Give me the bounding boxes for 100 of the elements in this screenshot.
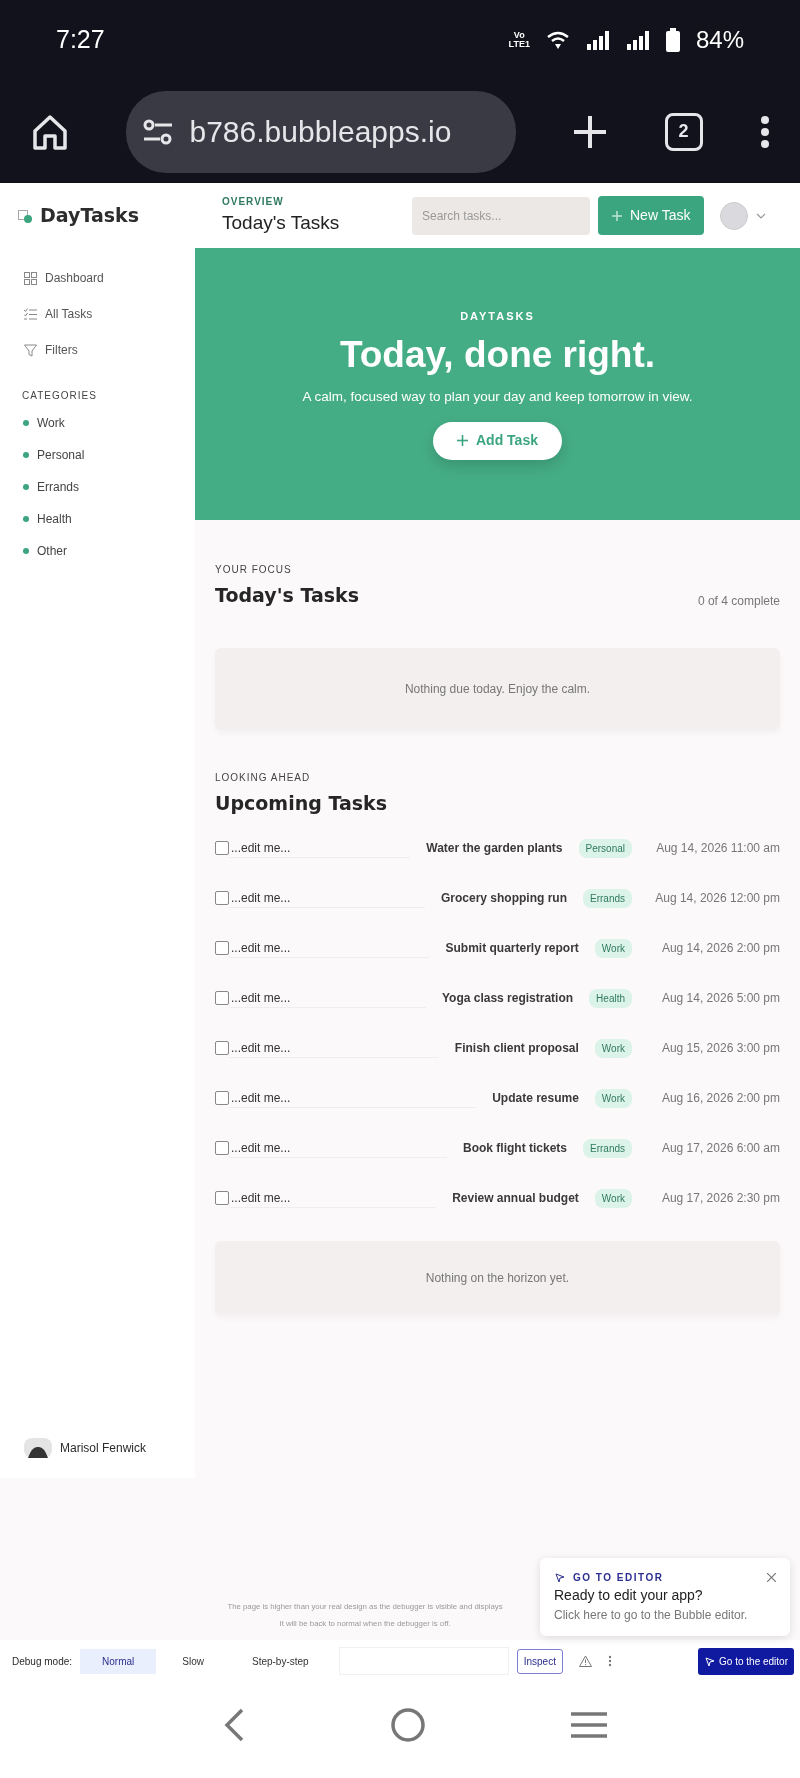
sidebar-nav-item[interactable]: Filters: [24, 341, 78, 359]
note-field[interactable]: ...edit me...: [229, 988, 426, 1008]
task-title: Yoga class registration: [441, 990, 574, 1007]
battery-percent: 84%: [695, 25, 744, 55]
task-title: Review annual budget: [452, 1190, 579, 1207]
task-title: Book flight tickets: [462, 1140, 567, 1157]
address-bar[interactable]: b786.bubbleapps.io: [125, 90, 516, 173]
debug-mode-tab[interactable]: Step-by-step: [229, 1648, 331, 1674]
category-dot: [23, 452, 29, 458]
section-eyebrow: YOUR FOCUS: [215, 563, 293, 577]
category-item[interactable]: Health: [23, 510, 72, 528]
grid-icon: [24, 271, 37, 285]
clock-time: 7:27: [56, 24, 105, 56]
due-date: Aug 15, 2026 3:00 pm: [660, 1040, 780, 1057]
category-tag: Work: [594, 1088, 632, 1108]
sidebar-nav-item[interactable]: Dashboard: [24, 269, 104, 287]
close-icon[interactable]: [767, 1573, 776, 1582]
filter-icon: [24, 343, 37, 357]
page-title: Today's Tasks: [222, 210, 341, 235]
wifi-icon: [545, 30, 570, 50]
section-title: Upcoming Tasks: [215, 790, 388, 816]
section-title: Today's Tasks: [215, 583, 360, 608]
debug-mode-tab[interactable]: Slow: [160, 1648, 226, 1674]
search-field[interactable]: Search tasks...: [412, 196, 590, 235]
note-field[interactable]: ...edit me...: [229, 1038, 439, 1058]
category-tag: Work: [594, 1038, 632, 1058]
note-field[interactable]: ...edit me...: [229, 938, 430, 958]
task-checkbox[interactable]: [215, 1191, 229, 1205]
signal-icon: [585, 30, 610, 50]
editor-popup[interactable]: GO TO EDITOR Ready to edit your app? Click here to go to the Bubble editor.: [540, 1558, 790, 1636]
category-dot: [23, 516, 29, 522]
category-tag: Errands: [583, 888, 632, 908]
user-avatar-icon: [24, 1438, 52, 1458]
due-date: Aug 14, 2026 2:00 pm: [660, 940, 780, 957]
menu-icon[interactable]: [571, 1711, 607, 1739]
category-tag: Personal: [578, 838, 632, 858]
category-item[interactable]: Work: [23, 414, 65, 432]
brand-name: DayTasks: [40, 203, 139, 229]
section-eyebrow: LOOKING AHEAD: [215, 770, 312, 785]
signal-icon: [625, 30, 650, 50]
home-icon[interactable]: [32, 113, 68, 150]
category-dot: [23, 548, 29, 554]
more-icon[interactable]: [760, 114, 770, 149]
note-field[interactable]: ...edit me...: [229, 1138, 447, 1158]
task-title: Finish client proposal: [454, 1040, 579, 1057]
popup-eyebrow: GO TO EDITOR: [573, 1571, 664, 1585]
popup-title: Ready to edit your app?: [554, 1586, 704, 1605]
task-title: Grocery shopping run: [440, 890, 567, 907]
inspect-button[interactable]: Inspect: [516, 1648, 563, 1674]
plus-icon: [457, 435, 468, 447]
empty-message: Nothing on the horizon yet.: [425, 1270, 570, 1287]
debug-mode-tab[interactable]: Normal: [80, 1648, 157, 1674]
task-title: Submit quarterly report: [445, 940, 579, 957]
tab-count-button[interactable]: 2: [664, 112, 703, 151]
section-label: CATEGORIES: [22, 390, 97, 401]
task-checkbox[interactable]: [215, 1141, 229, 1155]
tune-icon[interactable]: [141, 118, 174, 145]
category-tag: Work: [594, 1188, 632, 1208]
task-checkbox[interactable]: [215, 891, 229, 905]
hero-title: Today, done right.: [339, 332, 656, 377]
category-item[interactable]: Personal: [23, 446, 85, 464]
task-checkbox[interactable]: [215, 841, 229, 855]
task-title: Update resume: [492, 1090, 579, 1107]
category-item[interactable]: Other: [23, 542, 67, 560]
network-text: Vo: [513, 31, 525, 40]
due-date: Aug 14, 2026 5:00 pm: [660, 990, 780, 1007]
hero-eyebrow: DAYTASKS: [460, 309, 535, 325]
progress-count: 0 of 4 complete: [697, 592, 780, 610]
due-date: Aug 14, 2026 11:00 am: [655, 840, 780, 857]
category-dot: [23, 420, 29, 426]
home-circle-icon[interactable]: [391, 1708, 425, 1742]
category-dot: [23, 484, 29, 490]
category-tag: Errands: [583, 1138, 632, 1158]
note-field[interactable]: ...edit me...: [229, 838, 411, 858]
due-date: Aug 14, 2026 12:00 pm: [654, 890, 780, 907]
task-checkbox[interactable]: [215, 1041, 229, 1055]
due-date: Aug 17, 2026 2:30 pm: [660, 1190, 780, 1207]
note-field[interactable]: ...edit me...: [229, 888, 425, 908]
task-checkbox[interactable]: [215, 1091, 229, 1105]
page-eyebrow: OVERVIEW: [222, 194, 285, 209]
battery-icon: [665, 28, 680, 52]
debug-mode-label: Debug mode:: [12, 1654, 73, 1669]
category-tag: Health: [589, 988, 632, 1008]
caret-down-icon[interactable]: [756, 212, 767, 219]
checklist-icon: [24, 307, 37, 321]
back-icon[interactable]: [223, 1708, 245, 1742]
due-date: Aug 17, 2026 6:00 am: [660, 1140, 780, 1157]
note-field[interactable]: ...edit me...: [229, 1088, 477, 1108]
category-tag: Work: [594, 938, 632, 958]
plus-icon[interactable]: [573, 114, 607, 149]
category-item[interactable]: Errands: [23, 478, 80, 496]
note-field[interactable]: ...edit me...: [229, 1188, 437, 1208]
sidebar-nav-item[interactable]: All Tasks: [24, 305, 93, 323]
hero-subtitle: A calm, focused way to plan your day and keep tomorrow in view.: [302, 388, 693, 407]
due-date: Aug 16, 2026 2:00 pm: [660, 1090, 780, 1107]
warning-icon[interactable]: [578, 1655, 592, 1667]
task-title: Water the garden plants: [426, 840, 563, 857]
task-checkbox[interactable]: [215, 941, 229, 955]
go-to-editor-button[interactable]: Go to the editor: [698, 1647, 794, 1675]
task-checkbox[interactable]: [215, 991, 229, 1005]
